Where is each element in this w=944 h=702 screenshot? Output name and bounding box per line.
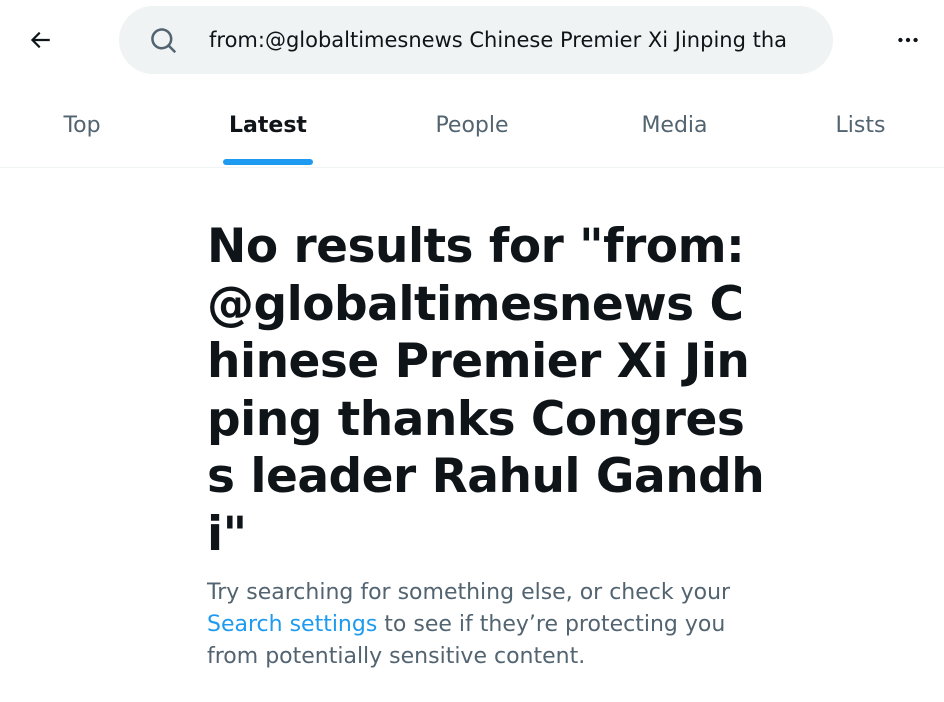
empty-state: No results for "from:@globaltimesnews Ch… [207, 218, 767, 673]
tab-latest[interactable]: Latest [164, 84, 372, 167]
search-tabs: Top Latest People Media Lists [0, 84, 944, 168]
search-icon [151, 28, 177, 54]
search-header: from:@globaltimesnews Chinese Premier Xi… [0, 0, 944, 80]
search-settings-link[interactable]: Search settings [207, 612, 377, 637]
empty-state-title: No results for "from:@globaltimesnews Ch… [207, 219, 765, 562]
empty-state-message: Try searching for something else, or che… [207, 577, 747, 673]
arrow-left-icon [30, 31, 50, 49]
more-horizontal-icon [898, 37, 918, 43]
back-button[interactable] [18, 18, 62, 62]
message-text: Try searching for something else, or che… [207, 580, 731, 605]
search-box[interactable]: from:@globaltimesnews Chinese Premier Xi… [119, 6, 833, 74]
tab-label: Media [641, 113, 708, 138]
tab-label: Latest [229, 113, 307, 138]
tab-label: Top [63, 113, 101, 138]
tab-label: People [435, 113, 509, 138]
tab-lists[interactable]: Lists [777, 84, 944, 167]
active-tab-indicator [223, 159, 313, 165]
more-button[interactable] [886, 18, 930, 62]
search-input[interactable]: from:@globaltimesnews Chinese Premier Xi… [209, 20, 819, 60]
tab-media[interactable]: Media [572, 84, 777, 167]
tab-people[interactable]: People [372, 84, 572, 167]
tab-top[interactable]: Top [0, 84, 164, 167]
tab-label: Lists [835, 113, 886, 138]
